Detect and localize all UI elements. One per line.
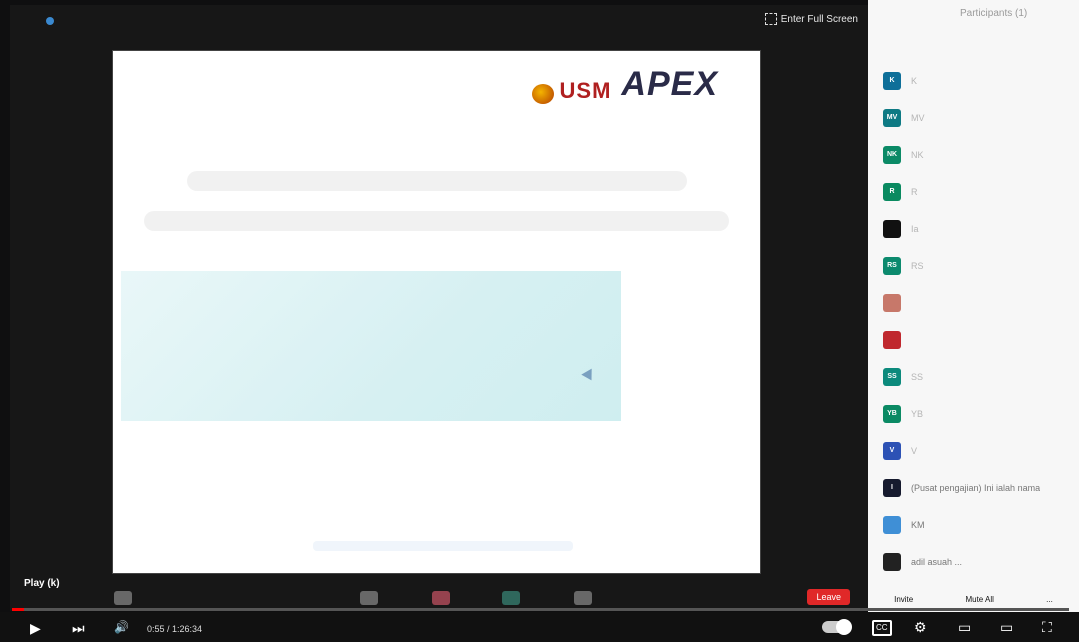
miniplayer-icon[interactable]: ▭: [958, 619, 971, 636]
participant-row[interactable]: KM: [883, 506, 1079, 543]
participant-name: MV: [911, 112, 925, 123]
slide-title-blurred: [133, 151, 740, 231]
autoplay-toggle[interactable]: [822, 619, 852, 635]
participant-avatar: V: [883, 441, 901, 460]
zoom-toolbar: Leave: [10, 577, 868, 611]
shared-slide: USM APEX: [113, 51, 760, 573]
participant-avatar: [883, 293, 901, 312]
usm-crest-icon: [531, 84, 554, 104]
participant-row[interactable]: Ia: [883, 210, 1079, 247]
slide-footer-text: [313, 541, 573, 551]
participant-avatar: [883, 330, 901, 349]
participant-row[interactable]: SS SS: [883, 358, 1079, 395]
participant-name: K: [911, 75, 918, 86]
screen: Enter Full Screen USM APEX Leave Partici…: [0, 0, 1079, 642]
time-display: 0:55 / 1:26:34: [147, 624, 203, 634]
participant-avatar: [883, 219, 901, 238]
participant-name: (Pusat pengajian) Ini ialah nama: [911, 482, 1041, 493]
participants-list: K K MV MV NK NK R R Ia RS RS SS SS YB YB V V I (Pusat peng…: [883, 62, 1079, 580]
apex-logo: APEX: [621, 65, 718, 103]
progress-fill: [12, 608, 24, 611]
participant-name: NK: [911, 149, 924, 160]
panel-buttons: Invite Mute All ...: [868, 595, 1079, 604]
more-button[interactable]: ...: [1046, 595, 1053, 604]
participant-name: YB: [911, 408, 924, 419]
participant-row[interactable]: YB YB: [883, 395, 1079, 432]
participants-panel: Participants (1) K K MV MV NK NK R R Ia RS RS SS SS Y…: [868, 0, 1079, 612]
invite-button[interactable]: Invite: [894, 595, 913, 604]
participant-row[interactable]: VV: [883, 432, 1079, 469]
mute-all-button[interactable]: Mute All: [965, 595, 993, 604]
captions-button[interactable]: CC: [872, 620, 892, 636]
slide-image: [121, 271, 621, 421]
participant-name: KM: [911, 519, 925, 530]
slide-logos: USM APEX: [531, 65, 718, 104]
fullscreen-icon: [764, 13, 777, 25]
play-tooltip: Play (k): [24, 578, 60, 589]
participants-icon[interactable]: [360, 591, 378, 605]
participant-name: adil asuah ...: [911, 556, 963, 567]
participant-avatar: MV: [883, 108, 901, 127]
slide-title-line: [186, 171, 687, 191]
progress-bar[interactable]: [12, 608, 1069, 611]
participant-name: SS: [911, 371, 924, 382]
participant-row[interactable]: RR: [883, 173, 1079, 210]
record-icon[interactable]: [574, 591, 592, 605]
usm-logo-text: USM: [559, 78, 612, 103]
usm-logo: USM: [531, 78, 612, 104]
enter-fullscreen-label: Enter Full Screen: [780, 13, 858, 25]
participant-name: Ia: [911, 223, 919, 234]
participant-row[interactable]: RS RS: [883, 247, 1079, 284]
zoom-logo-icon: [46, 17, 54, 25]
slide-title-line: [144, 211, 729, 231]
participant-row[interactable]: MV MV: [883, 99, 1079, 136]
participant-avatar: I: [883, 478, 901, 497]
participant-avatar: RS: [883, 256, 901, 275]
share-screen-icon[interactable]: [502, 591, 520, 605]
participant-avatar: SS: [883, 367, 901, 386]
participant-row[interactable]: KK: [883, 62, 1079, 99]
participant-name: RS: [911, 260, 924, 271]
volume-icon[interactable]: 🔊: [114, 620, 129, 634]
settings-icon[interactable]: ⚙: [914, 619, 927, 636]
participant-row[interactable]: [883, 321, 1079, 358]
fullscreen-toggle-icon[interactable]: ⛶: [1042, 619, 1052, 636]
participant-avatar: NK: [883, 145, 901, 164]
meeting-window: Enter Full Screen USM APEX Leave: [10, 5, 868, 611]
participant-name: R: [911, 186, 918, 197]
enter-fullscreen-button[interactable]: Enter Full Screen: [764, 13, 858, 25]
video-icon[interactable]: [114, 591, 132, 605]
next-icon[interactable]: ⏭: [72, 620, 85, 637]
play-icon[interactable]: ▶: [30, 620, 41, 637]
video-player-controls: Play (k) ▶ ⏭ 🔊 0:55 / 1:26:34 CC ⚙ ▭ ▭ ⛶: [0, 578, 1079, 642]
participant-row[interactable]: NK NK: [883, 136, 1079, 173]
participant-row[interactable]: [883, 284, 1079, 321]
participant-avatar: YB: [883, 404, 901, 423]
participants-title: Participants (1): [960, 8, 1028, 19]
participant-row[interactable]: adil asuah ...: [883, 543, 1079, 580]
theater-mode-icon[interactable]: ▭: [1000, 619, 1013, 636]
participant-avatar: [883, 515, 901, 534]
participant-row[interactable]: I (Pusat pengajian) Ini ialah nama: [883, 469, 1079, 506]
participant-name: V: [911, 445, 918, 456]
chat-icon[interactable]: [432, 591, 450, 605]
participant-avatar: K: [883, 71, 901, 90]
participant-avatar: [883, 552, 901, 571]
leave-button[interactable]: Leave: [807, 589, 850, 605]
participant-avatar: R: [883, 182, 901, 201]
